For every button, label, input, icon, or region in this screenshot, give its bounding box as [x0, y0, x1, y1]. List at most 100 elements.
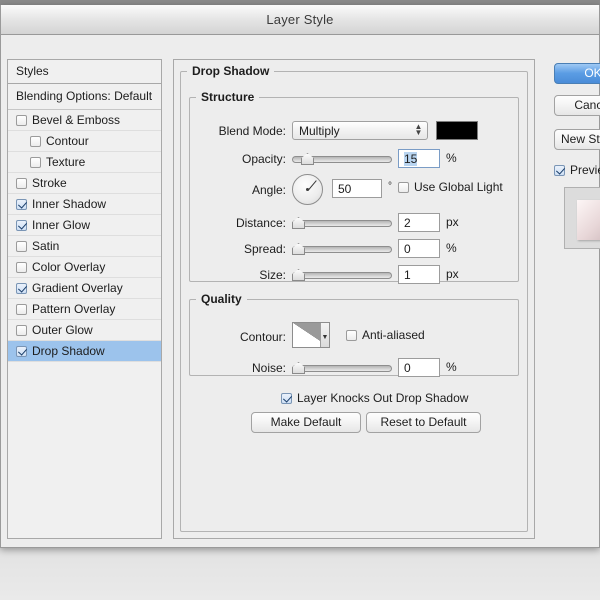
layer-knocks-out-checkbox[interactable]: [281, 392, 292, 404]
structure-group-title: Structure: [201, 90, 255, 104]
reset-to-default-button[interactable]: Reset to Default: [366, 412, 481, 433]
use-global-light-row[interactable]: Use Global Light: [398, 180, 503, 194]
size-input[interactable]: 1: [398, 265, 440, 284]
effect-label: Pattern Overlay: [32, 301, 116, 316]
cancel-button[interactable]: Cancel: [554, 95, 600, 116]
spread-label: Spread:: [243, 242, 286, 256]
anti-aliased-row[interactable]: Anti-aliased: [346, 328, 425, 342]
blending-options-row[interactable]: Blending Options: Default: [8, 84, 161, 110]
effect-enable-checkbox[interactable]: [16, 240, 27, 252]
angle-dial[interactable]: [292, 174, 323, 205]
chevron-down-icon[interactable]: ▼: [320, 323, 329, 347]
blend-mode-select[interactable]: Multiply ▲ ▼: [292, 121, 428, 140]
noise-slider[interactable]: [292, 361, 392, 375]
anti-aliased-checkbox[interactable]: [346, 329, 357, 341]
effect-label: Outer Glow: [32, 322, 93, 337]
use-global-light-label: Use Global Light: [414, 180, 503, 194]
effect-row[interactable]: Gradient Overlay: [8, 278, 161, 299]
noise-input[interactable]: 0: [398, 358, 440, 377]
contour-label: Contour:: [239, 330, 286, 344]
effect-enable-checkbox[interactable]: [16, 198, 27, 210]
effect-label: Color Overlay: [32, 259, 106, 274]
spread-input[interactable]: 0: [398, 239, 440, 258]
effect-enable-checkbox[interactable]: [16, 219, 27, 231]
use-global-light-checkbox[interactable]: [398, 181, 409, 193]
ok-button[interactable]: OK: [554, 63, 600, 84]
effect-enable-checkbox[interactable]: [16, 261, 27, 273]
effect-row[interactable]: Inner Glow: [8, 215, 161, 236]
styles-panel: Styles Blending Options: Default Bevel &…: [7, 59, 162, 539]
noise-slider-track: [292, 365, 392, 372]
effect-label: Contour: [46, 133, 89, 148]
effect-enable-checkbox[interactable]: [16, 114, 27, 126]
effect-row[interactable]: Contour: [8, 131, 161, 152]
effect-enable-checkbox[interactable]: [16, 324, 27, 336]
effect-enable-checkbox[interactable]: [16, 345, 27, 357]
preview-checkbox[interactable]: [554, 164, 565, 176]
preview-thumbnail: [564, 187, 600, 249]
make-default-button[interactable]: Make Default: [251, 412, 361, 433]
contour-preset-swatch[interactable]: ▼: [292, 322, 330, 348]
effect-enable-checkbox[interactable]: [30, 156, 41, 168]
size-unit: px: [446, 267, 459, 281]
distance-slider-thumb[interactable]: [292, 217, 305, 229]
effects-list: Bevel & Emboss Contour Texture Stroke Inner …: [8, 110, 161, 362]
effect-settings-panel: Drop Shadow Structure Blend Mode: Multip…: [173, 59, 535, 539]
distance-slider-track: [292, 220, 392, 227]
layer-knocks-out-label: Layer Knocks Out Drop Shadow: [297, 391, 469, 405]
opacity-slider[interactable]: [292, 152, 392, 166]
effect-label: Texture: [46, 154, 86, 169]
effect-row[interactable]: Satin: [8, 236, 161, 257]
dialog-titlebar: Layer Style: [1, 5, 599, 35]
layer-knocks-out-row[interactable]: Layer Knocks Out Drop Shadow: [281, 391, 468, 405]
effect-row[interactable]: Pattern Overlay: [8, 299, 161, 320]
effect-label: Inner Shadow: [32, 196, 107, 211]
opacity-label: Opacity:: [241, 152, 286, 166]
opacity-unit: %: [446, 151, 457, 165]
size-label: Size:: [259, 268, 286, 282]
effect-label: Stroke: [32, 175, 67, 190]
opacity-slider-thumb[interactable]: [301, 153, 314, 165]
blend-mode-value: Multiply: [299, 124, 340, 138]
dialog-title: Layer Style: [266, 12, 334, 27]
effect-label: Satin: [32, 238, 60, 253]
shadow-color-swatch[interactable]: [436, 121, 478, 140]
drop-shadow-group: Drop Shadow Structure Blend Mode: Multip…: [180, 64, 528, 532]
angle-input[interactable]: 50: [332, 179, 382, 198]
quality-group: Quality Contour: ▼ Anti-aliased Noise: 0: [189, 292, 519, 377]
noise-slider-thumb[interactable]: [292, 362, 305, 374]
effect-enable-checkbox[interactable]: [16, 177, 27, 189]
effect-row[interactable]: Color Overlay: [8, 257, 161, 278]
noise-label: Noise:: [251, 361, 286, 375]
preview-row[interactable]: Preview: [554, 163, 600, 177]
noise-value: 0: [404, 361, 411, 375]
size-value: 1: [404, 268, 411, 282]
styles-header: Styles: [8, 60, 161, 84]
size-slider[interactable]: [292, 268, 392, 282]
effect-enable-checkbox[interactable]: [16, 282, 27, 294]
spread-unit: %: [446, 241, 457, 255]
effect-row[interactable]: Bevel & Emboss: [8, 110, 161, 131]
effect-row[interactable]: Drop Shadow: [8, 341, 161, 362]
effect-label: Drop Shadow: [32, 343, 105, 358]
size-slider-track: [292, 272, 392, 279]
spread-slider-track: [292, 246, 392, 253]
opacity-input[interactable]: 15: [398, 149, 440, 168]
size-slider-thumb[interactable]: [292, 269, 305, 281]
new-style-button[interactable]: New Style...: [554, 129, 600, 150]
effect-row[interactable]: Inner Shadow: [8, 194, 161, 215]
spread-slider-thumb[interactable]: [292, 243, 305, 255]
distance-input[interactable]: 2: [398, 213, 440, 232]
effect-enable-checkbox[interactable]: [16, 303, 27, 315]
noise-unit: %: [446, 360, 457, 374]
distance-slider[interactable]: [292, 216, 392, 230]
effect-enable-checkbox[interactable]: [30, 135, 41, 147]
preview-label: Preview: [570, 163, 600, 177]
effect-row[interactable]: Outer Glow: [8, 320, 161, 341]
effect-row[interactable]: Texture: [8, 152, 161, 173]
distance-unit: px: [446, 215, 459, 229]
spread-slider[interactable]: [292, 242, 392, 256]
effect-row[interactable]: Stroke: [8, 173, 161, 194]
drop-shadow-group-title: Drop Shadow: [192, 64, 270, 78]
anti-aliased-label: Anti-aliased: [362, 328, 425, 342]
